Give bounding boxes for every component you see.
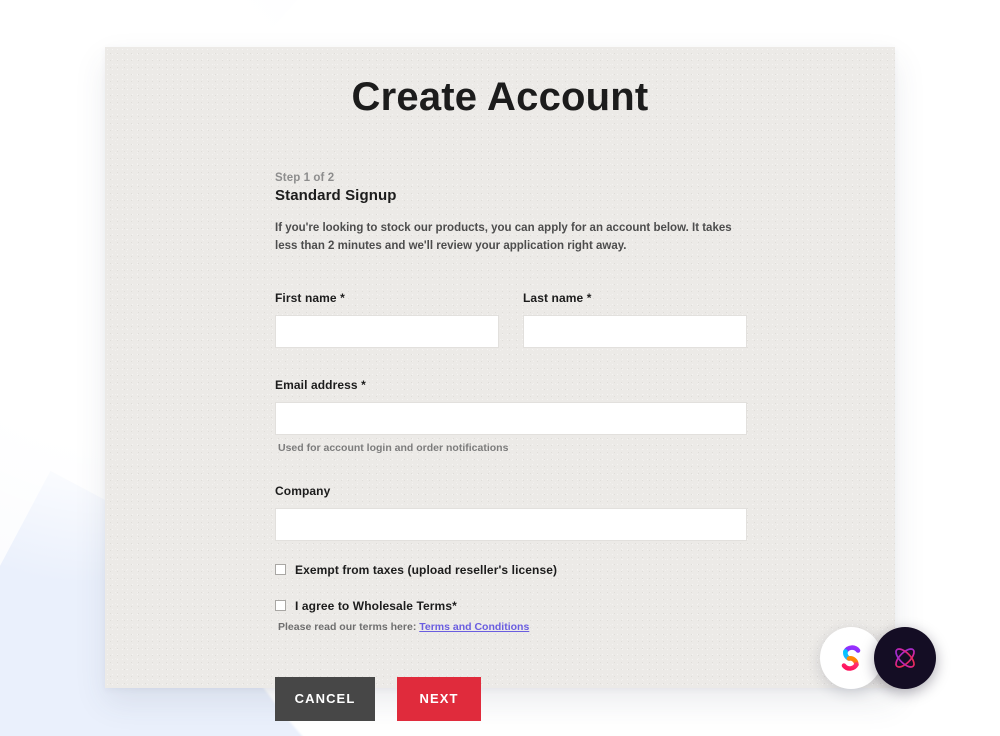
terms-and-conditions-link[interactable]: Terms and Conditions <box>419 621 529 633</box>
email-field-group: Email address * Used for account login a… <box>275 378 747 454</box>
terms-note-prefix: Please read our terms here: <box>278 620 420 633</box>
wholesale-terms-checkbox-row[interactable]: I agree to Wholesale Terms* <box>275 599 747 613</box>
signup-card: Create Account Step 1 of 2 Standard Sign… <box>105 47 895 721</box>
last-name-label: Last name * <box>523 290 592 305</box>
tax-exempt-checkbox-row[interactable]: Exempt from taxes (upload reseller's lic… <box>275 563 747 577</box>
email-helper-text: Used for account login and order notific… <box>278 441 509 454</box>
first-name-label: First name * <box>275 290 345 305</box>
last-name-field-group: Last name * <box>523 291 747 348</box>
page-title: Create Account <box>351 75 649 119</box>
tax-exempt-label: Exempt from taxes (upload reseller's lic… <box>295 562 558 577</box>
next-button[interactable]: NEXT <box>397 676 481 721</box>
company-input[interactable] <box>275 507 747 541</box>
first-name-input[interactable] <box>275 314 499 348</box>
form-subtitle: Standard Signup <box>275 187 397 204</box>
wholesale-terms-label: I agree to Wholesale Terms* <box>295 598 457 613</box>
cancel-button[interactable]: CANCEL <box>275 676 375 721</box>
form-intro-text: If you're looking to stock our products,… <box>275 222 732 252</box>
email-label: Email address * <box>275 377 366 392</box>
step-indicator: Step 1 of 2 <box>275 172 335 184</box>
last-name-input[interactable] <box>523 314 747 348</box>
s-logo-icon <box>841 645 861 671</box>
company-label: Company <box>275 483 331 498</box>
x-atom-logo-icon <box>895 648 915 668</box>
form-actions: CANCEL NEXT <box>275 676 747 721</box>
first-name-field-group: First name * <box>275 291 499 348</box>
terms-note: Please read our terms here: Terms and Co… <box>278 621 747 633</box>
s-logo-badge[interactable] <box>820 627 882 689</box>
logo-badge-group <box>820 627 936 689</box>
email-input[interactable] <box>275 401 747 435</box>
checkbox-unchecked-icon[interactable] <box>275 600 286 612</box>
name-field-row: First name * Last name * <box>275 291 747 348</box>
checkbox-unchecked-icon[interactable] <box>275 564 286 576</box>
x-logo-badge[interactable] <box>874 627 936 689</box>
company-field-group: Company <box>275 484 747 541</box>
signup-form: Step 1 of 2 Standard Signup If you're lo… <box>275 172 747 721</box>
